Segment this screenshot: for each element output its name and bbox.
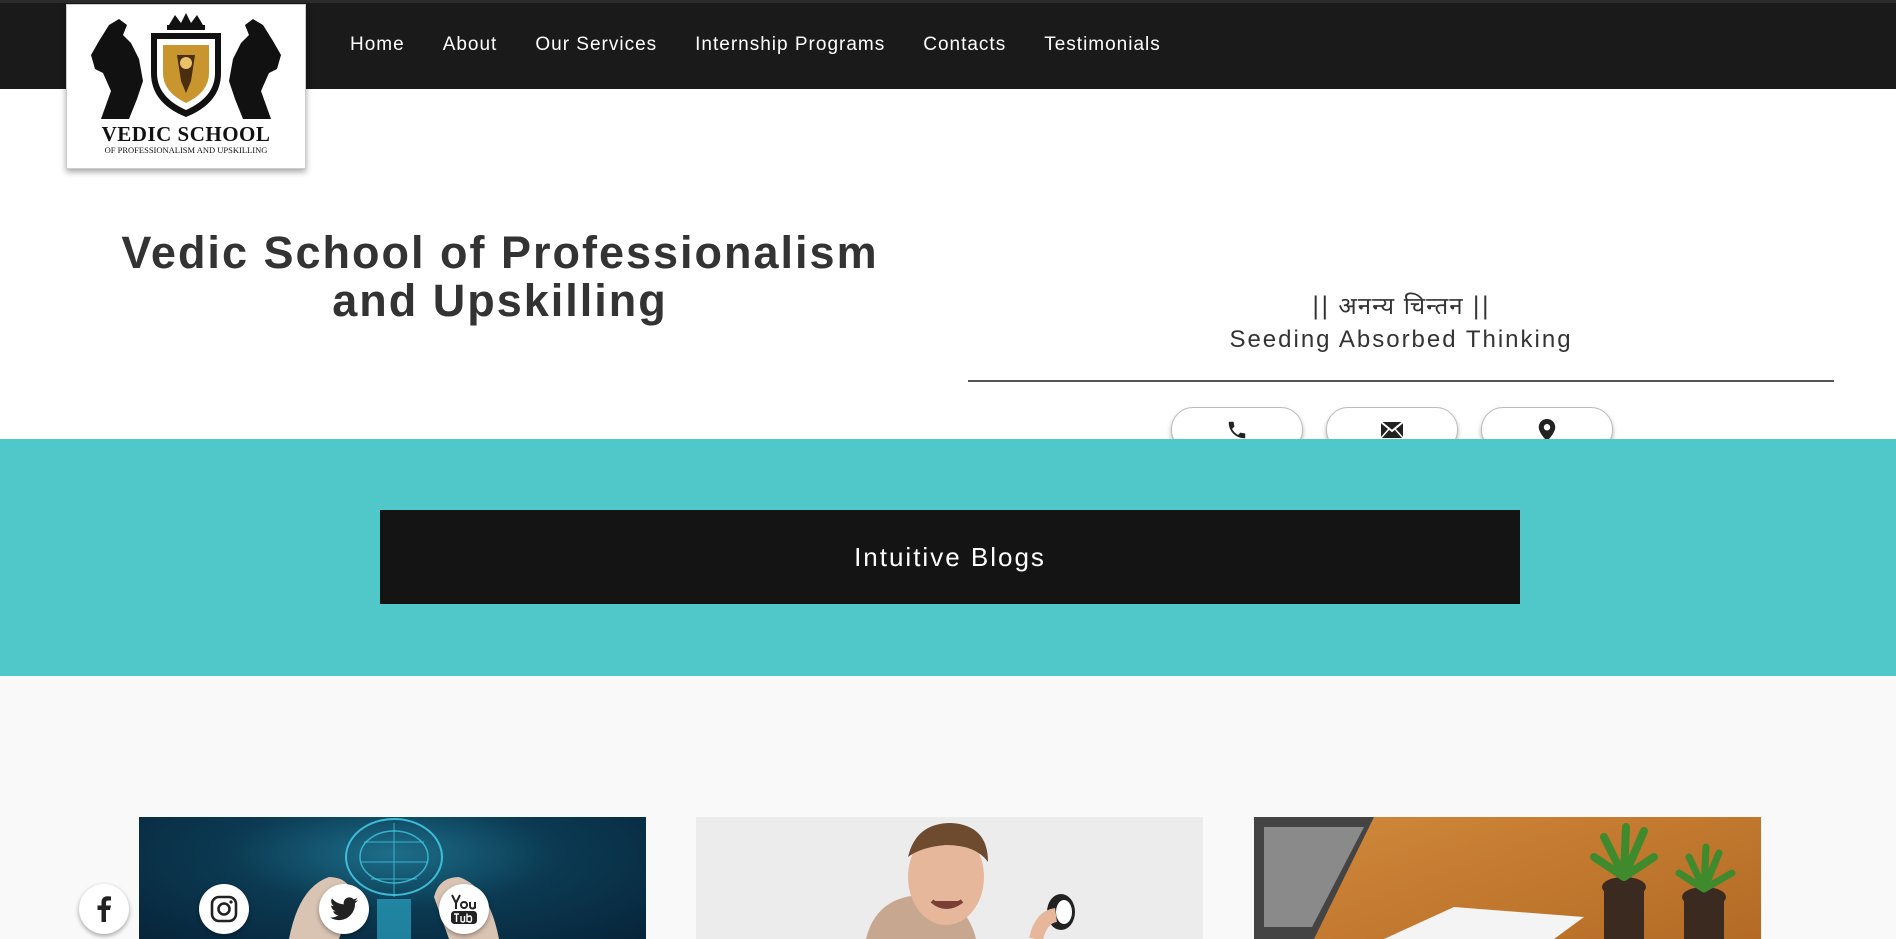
nav-item-testimonials[interactable]: Testimonials [1044, 34, 1161, 56]
logo-title: VEDIC SCHOOL [101, 122, 271, 146]
header-divider [968, 380, 1834, 382]
crest-emblem-icon [91, 13, 281, 119]
twitter-link[interactable] [319, 884, 369, 934]
youtube-link[interactable] [439, 884, 489, 934]
blog-card-desk[interactable] [1254, 817, 1761, 939]
twitter-icon [330, 897, 358, 921]
youtube-icon [451, 894, 477, 924]
nav-item-contacts[interactable]: Contacts [923, 34, 1006, 56]
logo-subtitle: OF PROFESSIONALISM AND UPSKILLING [104, 145, 268, 155]
motto-english: Seeding Absorbed Thinking [1229, 326, 1573, 353]
blogs-banner[interactable]: Intuitive Blogs [380, 510, 1520, 604]
nav-item-our-services[interactable]: Our Services [535, 34, 657, 56]
nav-item-internship-programs[interactable]: Internship Programs [695, 34, 885, 56]
instagram-icon [210, 895, 238, 923]
instagram-link[interactable] [199, 884, 249, 934]
stressed-man-image [866, 823, 1075, 939]
blog-card-stressed-man[interactable] [696, 817, 1203, 939]
site-logo[interactable]: VEDIC SCHOOL OF PROFESSIONALISM AND UPSK… [66, 4, 306, 169]
phone-icon [1228, 421, 1246, 438]
site-title: Vedic School of Professionalism and Upsk… [121, 227, 879, 326]
envelope-icon [1380, 420, 1404, 438]
facebook-link[interactable] [79, 884, 129, 934]
map-marker-icon [1538, 418, 1556, 441]
desk-laptop-image [1254, 817, 1736, 939]
facebook-icon [97, 896, 111, 922]
nav-item-about[interactable]: About [443, 34, 498, 56]
motto-block: || अनन्य चिन्तन || Seeding Absorbed Thin… [968, 289, 1834, 354]
blog-cards [0, 676, 1896, 939]
main-nav: Home About Our Services Internship Progr… [350, 0, 1199, 89]
blogs-section: Intuitive Blogs [0, 439, 1896, 676]
motto-hindi: || अनन्य चिन्तन || [1311, 292, 1491, 320]
nav-item-home[interactable]: Home [350, 34, 405, 56]
